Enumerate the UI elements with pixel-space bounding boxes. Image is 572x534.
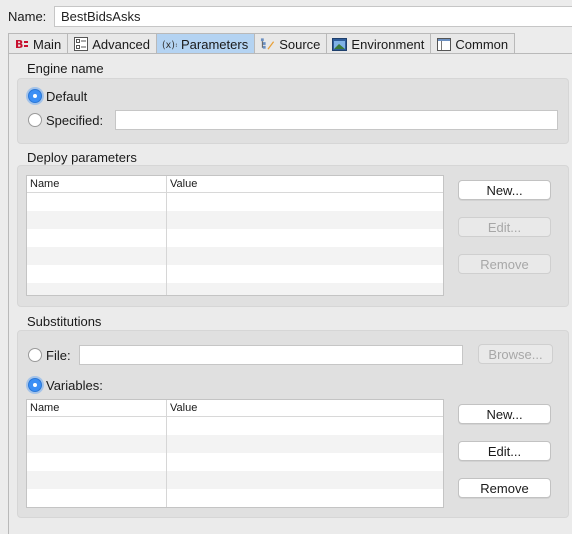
table-header: Name Value bbox=[27, 400, 443, 417]
specified-radio[interactable] bbox=[28, 113, 42, 127]
tab-main[interactable]: B Main bbox=[9, 34, 69, 54]
deploy-new-button[interactable]: New... bbox=[458, 180, 551, 200]
name-input[interactable]: BestBidsAsks bbox=[54, 6, 572, 27]
browse-button[interactable]: Browse... bbox=[478, 344, 553, 364]
main-icon: B bbox=[14, 37, 29, 51]
deploy-remove-button[interactable]: Remove bbox=[458, 254, 551, 274]
tab-parameters[interactable]: (x)= Parameters bbox=[157, 34, 256, 54]
tab-advanced-label: Advanced bbox=[92, 36, 151, 52]
column-header-name[interactable]: Name bbox=[30, 178, 59, 190]
specified-radio-label: Specified: bbox=[46, 113, 104, 128]
source-icon bbox=[260, 37, 275, 51]
column-header-name[interactable]: Name bbox=[30, 402, 59, 414]
table-row bbox=[27, 193, 443, 211]
table-row bbox=[27, 229, 443, 247]
table-row bbox=[27, 435, 443, 453]
variables-radio-label: Variables: bbox=[46, 378, 103, 393]
table-row bbox=[27, 211, 443, 229]
engine-name-title: Engine name bbox=[27, 61, 104, 76]
table-row bbox=[27, 417, 443, 435]
table-row bbox=[27, 453, 443, 471]
column-header-value[interactable]: Value bbox=[170, 402, 197, 414]
tab-environment-label: Environment bbox=[351, 36, 425, 52]
name-label: Name: bbox=[8, 9, 47, 24]
table-row bbox=[27, 247, 443, 265]
advanced-icon bbox=[73, 37, 88, 51]
substitution-file-input[interactable] bbox=[79, 345, 463, 365]
tab-source[interactable]: Source bbox=[255, 34, 328, 54]
tab-common[interactable]: Common bbox=[431, 34, 514, 54]
deploy-parameters-table[interactable]: Name Value bbox=[26, 175, 444, 296]
tab-parameters-label: Parameters bbox=[181, 36, 249, 52]
table-row bbox=[27, 283, 443, 295]
tab-advanced[interactable]: Advanced bbox=[68, 34, 158, 54]
tab-bar: B Main Advanced (x)= Parameters Source E… bbox=[8, 33, 516, 54]
svg-text:B: B bbox=[15, 38, 23, 50]
column-separator[interactable] bbox=[166, 176, 167, 295]
tab-common-label: Common bbox=[455, 36, 509, 52]
tab-main-label: Main bbox=[33, 36, 62, 52]
table-row bbox=[27, 489, 443, 507]
name-row: Name: BestBidsAsks bbox=[0, 0, 572, 34]
deploy-parameters-title: Deploy parameters bbox=[27, 150, 137, 165]
variables-radio[interactable] bbox=[28, 378, 42, 392]
substitutions-title: Substitutions bbox=[27, 314, 102, 329]
table-header: Name Value bbox=[27, 176, 443, 193]
svg-text:(x)=: (x)= bbox=[162, 40, 177, 50]
file-radio[interactable] bbox=[28, 348, 42, 362]
column-header-value[interactable]: Value bbox=[170, 178, 197, 190]
column-separator[interactable] bbox=[166, 400, 167, 507]
parameters-panel: Engine name Default Specified: Deploy pa… bbox=[8, 53, 572, 534]
variables-new-button[interactable]: New... bbox=[458, 404, 551, 424]
variables-edit-button[interactable]: Edit... bbox=[458, 441, 551, 461]
specified-engine-input[interactable] bbox=[115, 110, 558, 130]
environment-icon bbox=[332, 37, 348, 51]
common-icon bbox=[436, 37, 451, 51]
table-row bbox=[27, 471, 443, 489]
default-radio[interactable] bbox=[28, 89, 42, 103]
parameters-icon: (x)= bbox=[162, 37, 177, 51]
table-row bbox=[27, 265, 443, 283]
file-radio-label: File: bbox=[46, 348, 71, 363]
variables-remove-button[interactable]: Remove bbox=[458, 478, 551, 498]
default-radio-label: Default bbox=[46, 89, 88, 104]
deploy-edit-button[interactable]: Edit... bbox=[458, 217, 551, 237]
substitution-variables-table[interactable]: Name Value bbox=[26, 399, 444, 508]
tab-source-label: Source bbox=[279, 36, 321, 52]
tab-environment[interactable]: Environment bbox=[327, 34, 432, 54]
